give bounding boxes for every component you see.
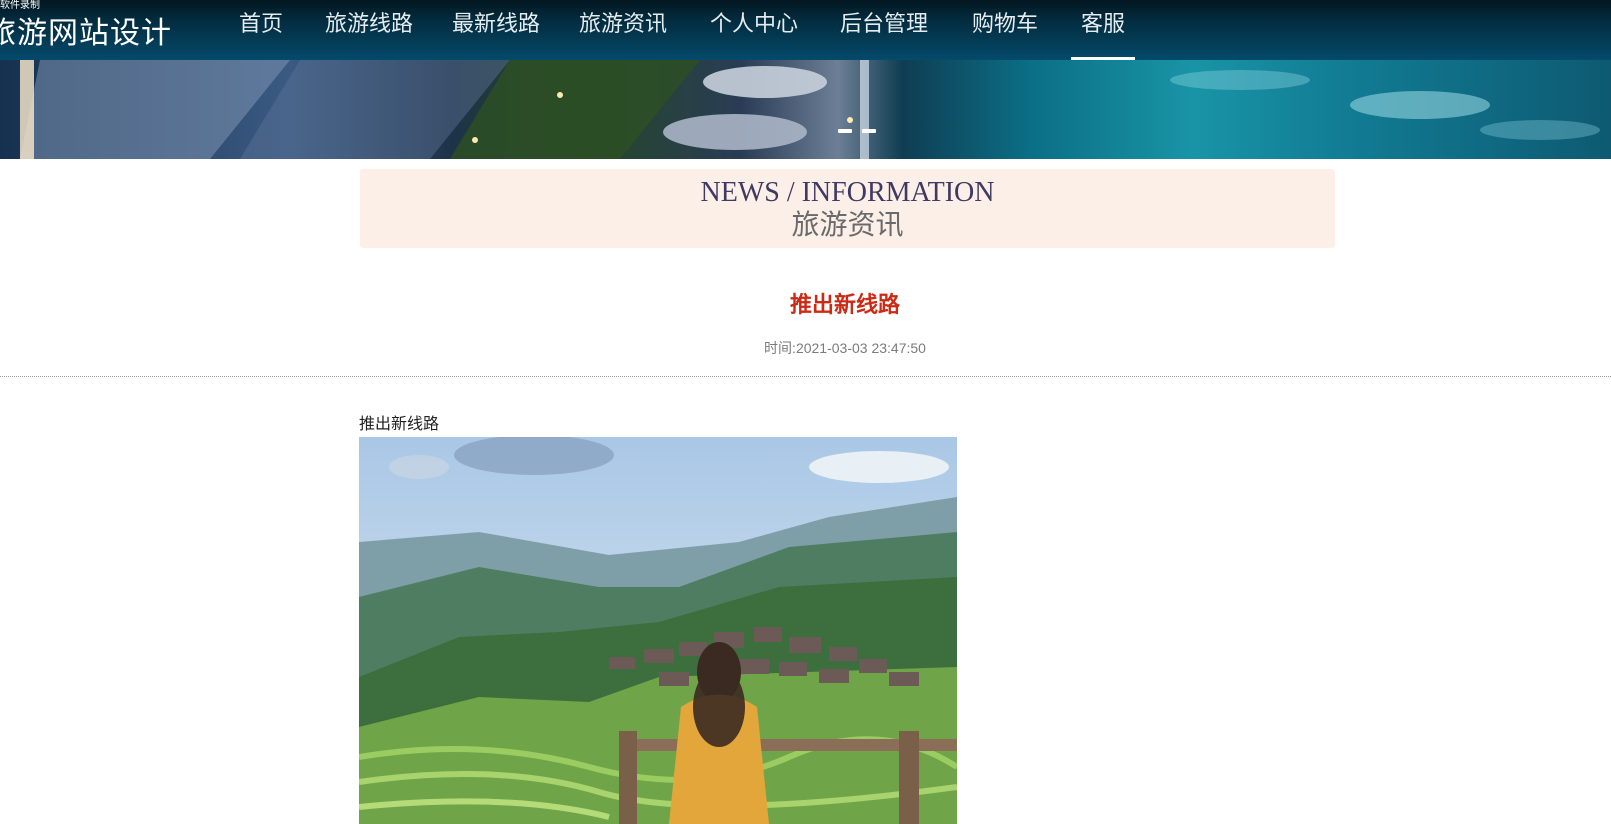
- article-title: 推出新线路: [789, 292, 900, 317]
- hero-banner: [0, 60, 1611, 159]
- section-title-en: NEWS / INFORMATION: [700, 177, 995, 208]
- banner-resort-image: [20, 60, 1600, 159]
- carousel-dot[interactable]: [862, 129, 876, 133]
- nav-item-new-routes[interactable]: 最新线路: [452, 10, 540, 60]
- nav-item-user-center[interactable]: 个人中心: [710, 10, 798, 60]
- section-title-cn: 旅游资讯: [791, 210, 904, 241]
- article-timestamp: 时间:2021-03-03 23:47:50: [0, 338, 1611, 358]
- article-body-text: 推出新线路: [359, 416, 440, 433]
- article-photo: [359, 437, 957, 824]
- nav-item-travel-routes[interactable]: 旅游线路: [325, 10, 413, 60]
- nav-item-admin[interactable]: 后台管理: [840, 10, 928, 60]
- site-logo-text[interactable]: 旅游网站设计: [0, 8, 172, 52]
- top-navbar: 旅游网站设计 首页 旅游线路 最新线路 旅游资讯 个人中心 后台管理 购物车 客…: [0, 0, 1611, 60]
- section-header: NEWS / INFORMATION 旅游资讯: [360, 169, 1335, 248]
- divider: [0, 376, 1611, 377]
- time-label: 时间:: [764, 340, 796, 356]
- nav-item-customer-service[interactable]: 客服: [1071, 10, 1135, 60]
- carousel-dot[interactable]: [838, 129, 852, 133]
- watermark-text: 软件录制: [0, 0, 40, 11]
- nav-item-travel-news[interactable]: 旅游资讯: [579, 10, 667, 60]
- nav-item-cart[interactable]: 购物车: [971, 10, 1039, 60]
- nav-item-home[interactable]: 首页: [238, 10, 284, 60]
- article-photo-landscape: [359, 437, 957, 824]
- time-value: 2021-03-03 23:47:50: [795, 340, 926, 356]
